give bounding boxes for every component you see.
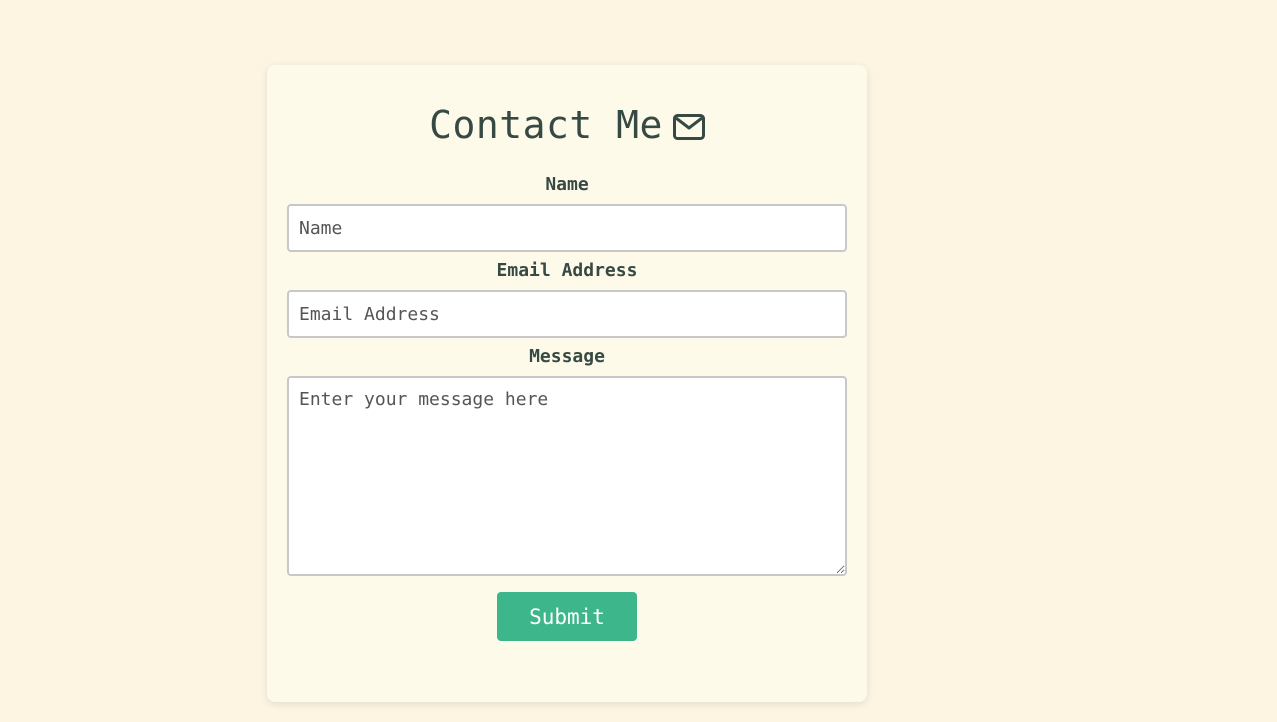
email-input[interactable] [287,290,847,338]
contact-form-card: Contact Me Name Email Address Message Su… [267,65,867,702]
name-input[interactable] [287,204,847,252]
form-title: Contact Me [287,65,847,147]
message-label: Message [529,346,605,367]
submit-button[interactable]: Submit [497,592,637,641]
name-label: Name [545,174,589,195]
contact-form: Name Email Address Message Submit [287,174,847,641]
message-textarea[interactable] [287,376,847,576]
envelope-icon [672,105,705,149]
form-title-text: Contact Me [429,103,663,147]
email-label: Email Address [496,260,638,281]
